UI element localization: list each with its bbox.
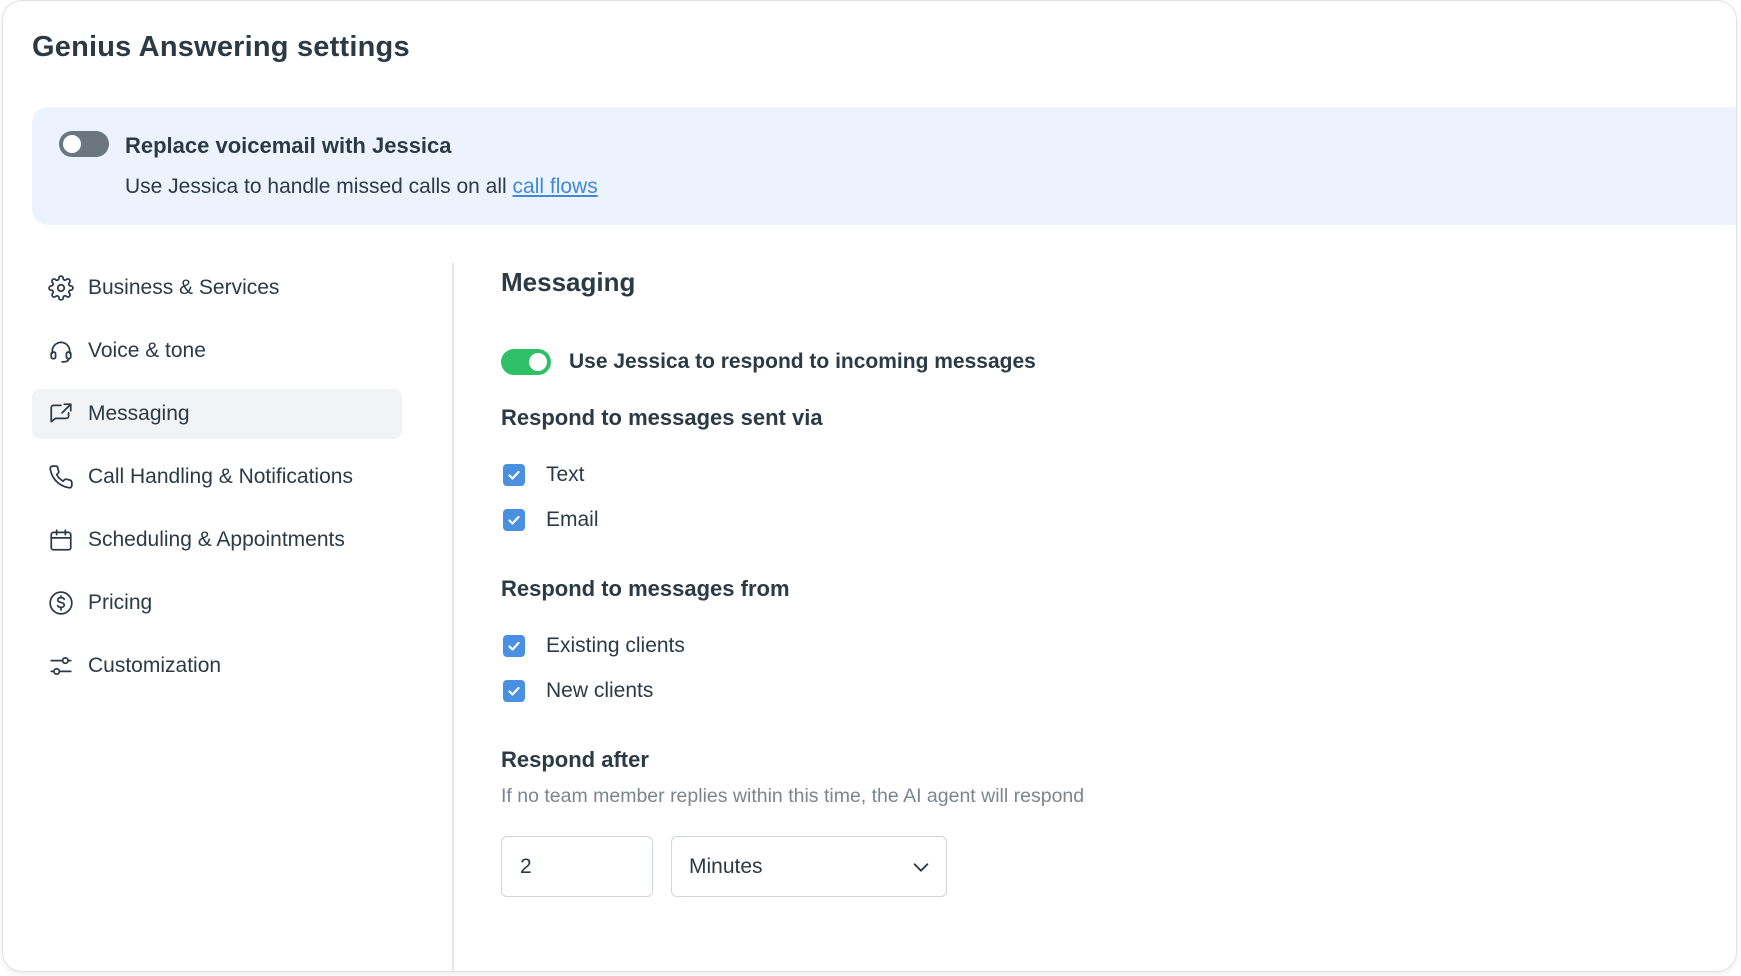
checkbox-new-clients[interactable]: New clients <box>503 679 653 703</box>
respond-after-heading: Respond after <box>501 747 649 772</box>
sidebar-item-label: Voice & tone <box>88 339 206 362</box>
dollar-circle-icon <box>48 590 74 616</box>
sidebar-item-label: Messaging <box>88 402 190 425</box>
sidebar-item-messaging[interactable]: Messaging <box>32 389 402 439</box>
sidebar-item-business-services[interactable]: Business & Services <box>32 263 402 313</box>
sidebar-item-label: Business & Services <box>88 276 280 299</box>
sidebar-item-pricing[interactable]: Pricing <box>32 578 402 628</box>
chevron-down-icon <box>913 863 929 872</box>
from-heading: Respond to messages from <box>501 576 790 601</box>
sidebar-item-call-handling[interactable]: Call Handling & Notifications <box>32 452 402 502</box>
replace-voicemail-toggle[interactable] <box>59 131 109 157</box>
settings-sidebar: Business & Services Voice & tone Messagi… <box>32 263 402 704</box>
checkbox-existing-clients[interactable]: Existing clients <box>503 634 685 658</box>
sidebar-divider <box>452 263 454 971</box>
gear-icon <box>48 275 74 301</box>
respond-after-hint: If no team member replies within this ti… <box>501 785 1085 807</box>
checkbox-label: Text <box>546 463 585 486</box>
checkbox-checked-icon[interactable] <box>503 635 525 657</box>
sidebar-item-voice-tone[interactable]: Voice & tone <box>32 326 402 376</box>
respond-messages-toggle-label: Use Jessica to respond to incoming messa… <box>569 350 1036 373</box>
sent-via-heading: Respond to messages sent via <box>501 405 823 430</box>
sliders-icon <box>48 653 74 679</box>
respond-after-unit-select[interactable]: Minutes <box>671 836 947 897</box>
checkbox-checked-icon[interactable] <box>503 464 525 486</box>
checkbox-checked-icon[interactable] <box>503 680 525 702</box>
headset-icon <box>48 338 74 364</box>
sidebar-item-customization[interactable]: Customization <box>32 641 402 691</box>
toggle-knob <box>529 353 547 371</box>
select-value: Minutes <box>689 854 763 878</box>
sidebar-item-scheduling[interactable]: Scheduling & Appointments <box>32 515 402 565</box>
checkbox-text[interactable]: Text <box>503 463 585 487</box>
sidebar-item-label: Pricing <box>88 591 153 614</box>
voicemail-banner: Replace voicemail with Jessica Use Jessi… <box>32 107 1736 225</box>
checkbox-label: Email <box>546 508 599 531</box>
page-title: Genius Answering settings <box>32 31 410 63</box>
respond-after-value-input[interactable] <box>501 836 653 897</box>
banner-title: Replace voicemail with Jessica <box>125 133 452 158</box>
calendar-icon <box>48 527 74 553</box>
section-title: Messaging <box>501 267 636 297</box>
settings-card: Genius Answering settings Replace voicem… <box>2 0 1737 972</box>
phone-icon <box>48 464 74 490</box>
sidebar-item-label: Customization <box>88 654 222 677</box>
banner-description-text: Use Jessica to handle missed calls on al… <box>125 175 507 198</box>
respond-messages-toggle[interactable] <box>501 349 551 375</box>
checkbox-label: Existing clients <box>546 634 685 657</box>
checkbox-email[interactable]: Email <box>503 508 599 532</box>
checkbox-label: New clients <box>546 679 654 702</box>
sidebar-item-label: Call Handling & Notifications <box>88 465 353 488</box>
checkbox-checked-icon[interactable] <box>503 509 525 531</box>
sidebar-item-label: Scheduling & Appointments <box>88 528 345 551</box>
toggle-knob <box>63 135 81 153</box>
message-share-icon <box>48 401 74 427</box>
banner-description: Use Jessica to handle missed calls on al… <box>125 175 598 199</box>
call-flows-link[interactable]: call flows <box>513 175 598 198</box>
